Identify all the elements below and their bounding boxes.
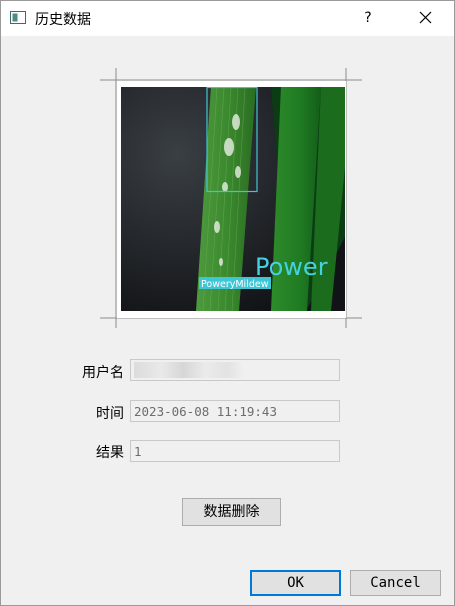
username-field[interactable] bbox=[130, 359, 340, 381]
title-bar: 历史数据 ? bbox=[0, 0, 455, 36]
overlay-text: Power bbox=[255, 253, 328, 281]
help-button[interactable]: ? bbox=[352, 0, 384, 36]
time-label: 时间 bbox=[96, 406, 124, 422]
close-button[interactable] bbox=[410, 0, 440, 36]
time-field[interactable]: 2023-06-08 11:19:43 bbox=[130, 400, 340, 422]
window-app-icon bbox=[10, 11, 26, 24]
username-label: 用户名 bbox=[82, 365, 124, 381]
delete-data-button[interactable]: 数据删除 bbox=[182, 498, 281, 526]
result-label: 结果 bbox=[96, 445, 124, 461]
window-title: 历史数据 bbox=[35, 12, 91, 28]
detection-image: PoweryMildew Power bbox=[121, 87, 345, 311]
redacted-username bbox=[134, 362, 244, 378]
result-field[interactable]: 1 bbox=[130, 440, 340, 462]
cancel-button[interactable]: Cancel bbox=[350, 570, 441, 596]
close-icon bbox=[419, 11, 432, 24]
ok-button[interactable]: OK bbox=[250, 570, 341, 596]
